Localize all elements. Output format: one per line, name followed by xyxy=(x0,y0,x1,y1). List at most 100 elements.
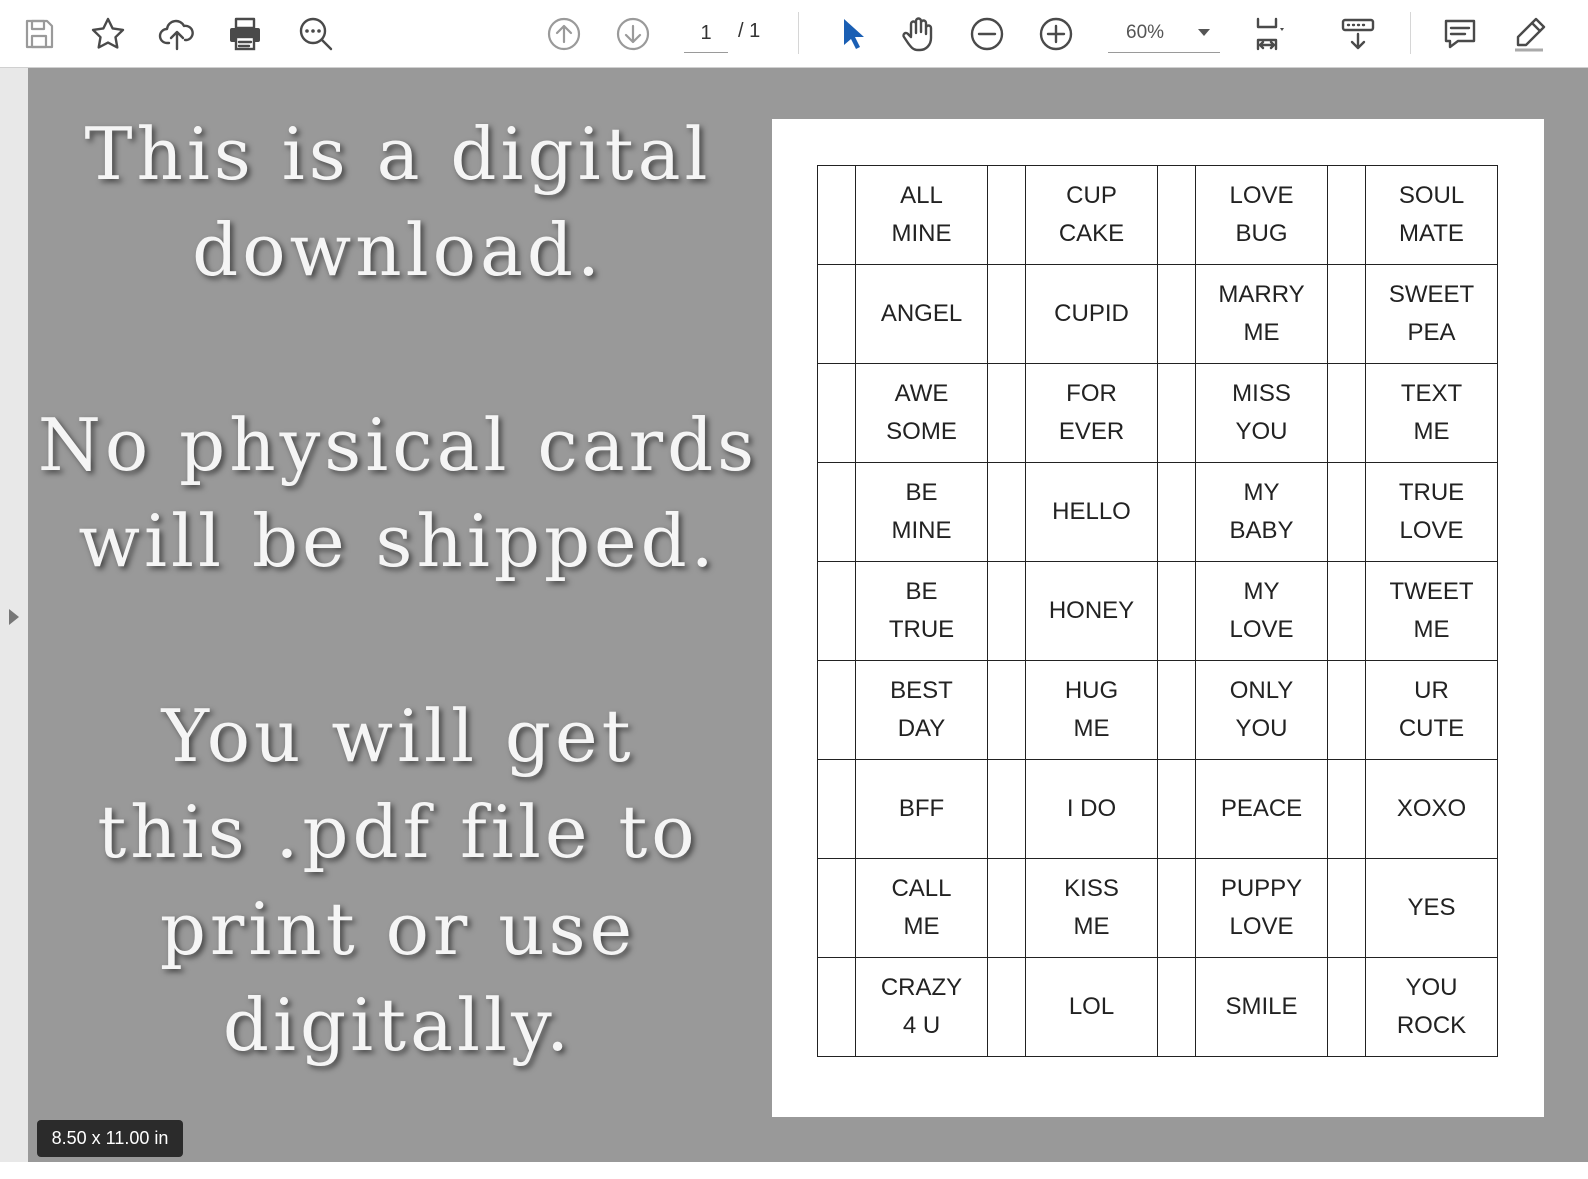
table-row: ALL MINE CUP CAKE LOVE BUG SOUL MATE xyxy=(817,165,1498,265)
table-cell: HUG ME xyxy=(1025,660,1158,760)
save-icon[interactable] xyxy=(13,8,65,60)
pen-icon[interactable] xyxy=(1503,8,1555,60)
cell-text: ME xyxy=(1073,715,1110,742)
table-cell-empty xyxy=(1327,165,1366,265)
table-cell-empty xyxy=(987,165,1026,265)
cell-text: FOR xyxy=(1066,380,1117,407)
cell-text: SMILE xyxy=(1225,993,1298,1020)
zoom-out-icon[interactable] xyxy=(961,8,1013,60)
cell-text: AWE xyxy=(894,380,949,407)
table-cell-empty xyxy=(987,264,1026,364)
table-cell: MY LOVE xyxy=(1195,561,1328,661)
table-cell: XOXO xyxy=(1365,759,1498,859)
page-size-badge: 8.50 x 11.00 in xyxy=(37,1120,183,1157)
side-panel-toggle[interactable] xyxy=(0,68,28,1163)
cell-text: CUPID xyxy=(1054,300,1129,327)
table-cell: BE MINE xyxy=(855,462,988,562)
promo-text-line: digitally. xyxy=(222,983,574,1067)
table-cell-empty xyxy=(1327,858,1366,958)
zoom-select[interactable]: 60% xyxy=(1108,14,1220,53)
toolbar-divider xyxy=(1410,12,1411,54)
table-cell-empty xyxy=(817,858,856,958)
table-cell: MARRY ME xyxy=(1195,264,1328,364)
table-cell-empty xyxy=(1157,462,1196,562)
table-cell-empty xyxy=(987,858,1026,958)
table-cell: YES xyxy=(1365,858,1498,958)
cell-text: HUG xyxy=(1064,677,1119,704)
cell-text: CUTE xyxy=(1398,715,1465,742)
table-cell-empty xyxy=(1157,363,1196,463)
cell-text: LOVE xyxy=(1229,616,1294,643)
table-cell: CALL ME xyxy=(855,858,988,958)
cell-text: HELLO xyxy=(1052,498,1131,525)
table-cell: PEACE xyxy=(1195,759,1328,859)
table-cell-empty xyxy=(1157,660,1196,760)
table-row: BEST DAY HUG ME ONLY YOU UR CUTE xyxy=(817,660,1498,760)
table-row: CRAZY 4 U LOL SMILE YOU ROCK xyxy=(817,957,1498,1057)
page-up-icon[interactable] xyxy=(538,8,590,60)
promo-text-line: this .pdf file to xyxy=(97,790,699,874)
cell-text: BUG xyxy=(1235,220,1288,247)
cell-text: KISS xyxy=(1064,875,1119,902)
cell-text: PEACE xyxy=(1220,795,1303,822)
zoom-value: 60% xyxy=(1126,22,1165,43)
table-cell: PUPPY LOVE xyxy=(1195,858,1328,958)
table-cell-empty xyxy=(1157,264,1196,364)
table-cell: UR CUTE xyxy=(1365,660,1498,760)
table-cell: MY BABY xyxy=(1195,462,1328,562)
table-cell: KISS ME xyxy=(1025,858,1158,958)
promo-text-line: You will get xyxy=(161,694,635,778)
page-total: / 1 xyxy=(738,20,761,42)
table-row: AWE SOME FOR EVER MISS YOU TEXT ME xyxy=(817,363,1498,463)
cell-text: I DO xyxy=(1066,795,1117,822)
cell-text: SOME xyxy=(886,418,957,445)
scroll-mode-icon[interactable] xyxy=(1332,8,1384,60)
cell-text: CRAZY xyxy=(880,974,963,1001)
table-cell: BEST DAY xyxy=(855,660,988,760)
table-row: BFF I DO PEACE XOXO xyxy=(817,759,1498,859)
table-cell-empty xyxy=(1157,957,1196,1057)
cell-text: BE xyxy=(905,479,938,506)
cell-text: TWEET xyxy=(1389,578,1474,605)
search-zoom-icon[interactable] xyxy=(290,8,342,60)
cell-text: ROCK xyxy=(1396,1012,1467,1039)
cell-text: MY xyxy=(1243,578,1280,605)
cell-text: TRUE xyxy=(888,616,955,643)
table-cell: HONEY xyxy=(1025,561,1158,661)
cell-text: MARRY xyxy=(1218,281,1305,308)
table-cell: YOU ROCK xyxy=(1365,957,1498,1057)
cell-text: EVER xyxy=(1058,418,1125,445)
table-cell: LOL xyxy=(1025,957,1158,1057)
zoom-in-icon[interactable] xyxy=(1030,8,1082,60)
print-icon[interactable] xyxy=(219,8,271,60)
table-cell: TWEET ME xyxy=(1365,561,1498,661)
cell-text: UR xyxy=(1414,677,1449,704)
table-cell-empty xyxy=(817,363,856,463)
cell-text: CALL xyxy=(891,875,952,902)
cell-text: ME xyxy=(903,913,940,940)
table-cell-empty xyxy=(987,660,1026,760)
cell-text: SWEET xyxy=(1388,281,1475,308)
table-cell: HELLO xyxy=(1025,462,1158,562)
table-cell-empty xyxy=(1157,759,1196,859)
cell-text: YOU xyxy=(1235,418,1288,445)
select-cursor-icon[interactable] xyxy=(824,8,876,60)
table-cell-empty xyxy=(987,957,1026,1057)
cell-text: MY xyxy=(1243,479,1280,506)
comment-icon[interactable] xyxy=(1434,8,1486,60)
table-cell: ANGEL xyxy=(855,264,988,364)
cloud-upload-icon[interactable] xyxy=(151,8,203,60)
table-cell: CRAZY 4 U xyxy=(855,957,988,1057)
promo-text-line: will be shipped. xyxy=(78,499,718,583)
hand-tool-icon[interactable] xyxy=(892,8,944,60)
page-fit-icon[interactable] xyxy=(1244,8,1296,60)
cell-text: BE xyxy=(905,578,938,605)
chevron-down-icon xyxy=(1198,29,1210,36)
toolbar: / 1 60% xyxy=(0,0,1588,68)
page-number-input[interactable] xyxy=(684,14,728,53)
chevron-right-icon xyxy=(9,609,19,625)
page-down-icon[interactable] xyxy=(607,8,659,60)
table-cell: SOUL MATE xyxy=(1365,165,1498,265)
bookmark-star-icon[interactable] xyxy=(82,8,134,60)
cell-text: YOU xyxy=(1405,974,1458,1001)
